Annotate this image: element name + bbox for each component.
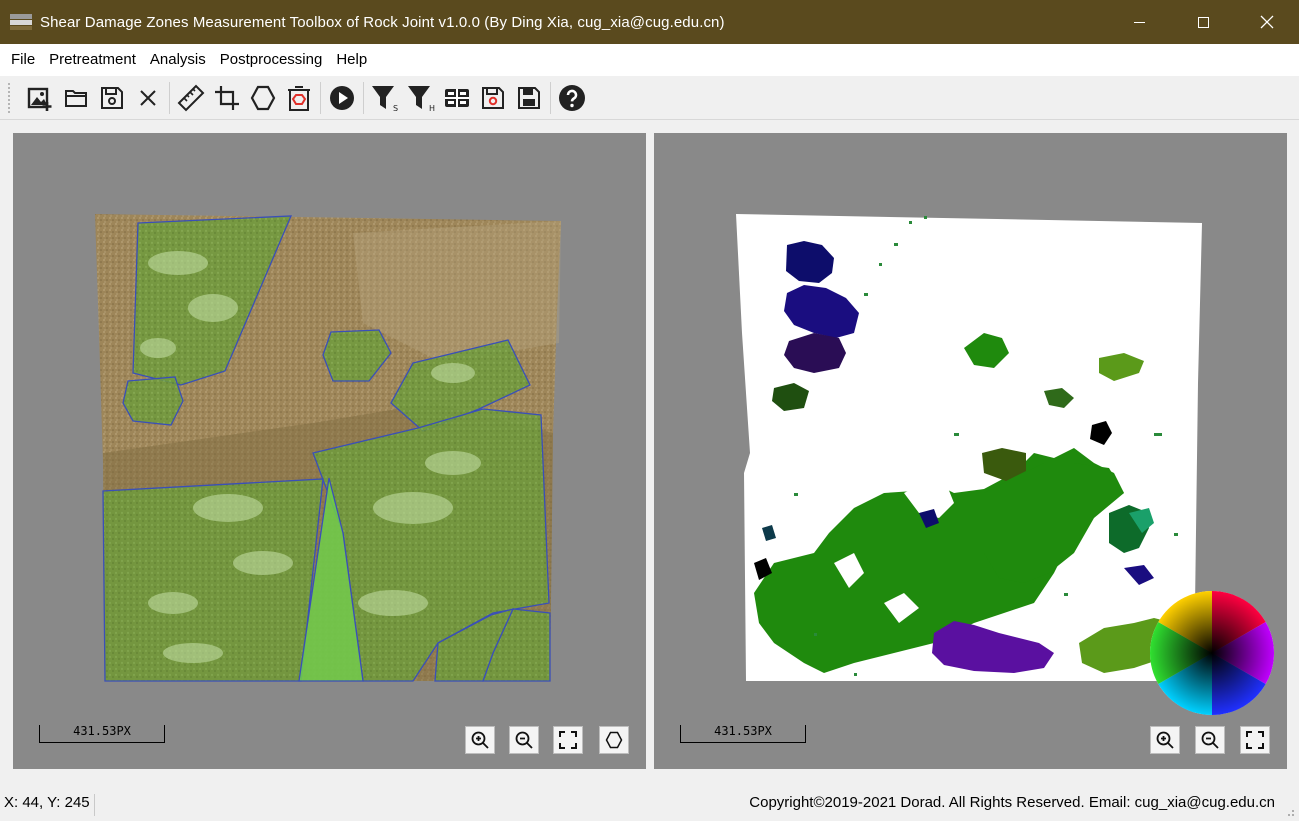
zoom-out-button[interactable]: [509, 726, 539, 754]
app-logo-icon: [10, 14, 32, 30]
close-icon: [140, 89, 156, 106]
toolbar-separator: [320, 81, 321, 114]
polygon-button[interactable]: [245, 80, 281, 116]
fit-view-button[interactable]: [553, 726, 583, 754]
run-button[interactable]: [324, 80, 360, 116]
color-wheel-legend: [1149, 591, 1275, 715]
close-file-button[interactable]: [130, 80, 166, 116]
fit-view-button[interactable]: [1240, 726, 1270, 754]
open-image-icon: [27, 87, 52, 111]
zoom-in-button[interactable]: [465, 726, 495, 754]
title-bar[interactable]: Shear Damage Zones Measurement Toolbox o…: [0, 0, 1299, 44]
delete-polygon-button[interactable]: [281, 80, 317, 116]
zoom-in-icon: [471, 731, 489, 749]
scale-label: 431.53PX: [714, 724, 772, 738]
help-icon: [559, 84, 585, 111]
close-icon: [1260, 15, 1274, 29]
zoom-out-button[interactable]: [1195, 726, 1225, 754]
filter-s-icon: S: [372, 85, 398, 113]
menu-pretreatment[interactable]: Pretreatment: [42, 44, 143, 76]
toolbar: S H: [0, 76, 1299, 120]
open-folder-icon: [65, 89, 87, 107]
menu-bar: File Pretreatment Analysis Postprocessin…: [0, 44, 1299, 76]
fit-view-icon: [1246, 731, 1264, 749]
svg-text:S: S: [393, 104, 398, 113]
svg-text:H: H: [429, 104, 435, 113]
filter-s-button[interactable]: S: [367, 80, 403, 116]
toolbar-separator: [550, 81, 551, 114]
zoom-out-icon: [1201, 731, 1219, 749]
app-window: Shear Damage Zones Measurement Toolbox o…: [0, 0, 1299, 821]
save-all-button[interactable]: [511, 80, 547, 116]
zoom-in-icon: [1156, 731, 1174, 749]
polygon-icon: [605, 731, 623, 749]
menu-help[interactable]: Help: [329, 44, 374, 76]
open-folder-button[interactable]: [58, 80, 94, 116]
menu-analysis[interactable]: Analysis: [143, 44, 213, 76]
minimize-button[interactable]: [1107, 0, 1171, 44]
scale-bar: 431.53PX: [39, 724, 165, 743]
run-icon: [330, 85, 354, 110]
cursor-coordinates: X: 44, Y: 245: [4, 794, 95, 816]
toolbar-separator: [363, 81, 364, 114]
zoom-out-icon: [515, 731, 533, 749]
open-image-button[interactable]: [22, 80, 58, 116]
crop-button[interactable]: [209, 80, 245, 116]
minimize-icon: [1133, 21, 1145, 23]
save-button[interactable]: [94, 80, 130, 116]
rock-joint-image[interactable]: [13, 133, 646, 769]
crop-icon: [215, 85, 239, 110]
save-result-button[interactable]: [475, 80, 511, 116]
filter-h-button[interactable]: H: [403, 80, 439, 116]
zoom-in-button[interactable]: [1150, 726, 1180, 754]
polygon-view-button[interactable]: [599, 726, 629, 754]
window-title: Shear Damage Zones Measurement Toolbox o…: [40, 13, 725, 31]
ruler-icon: [177, 84, 205, 111]
right-result-panel[interactable]: 431.53PX: [654, 133, 1287, 769]
maximize-button[interactable]: [1171, 0, 1235, 44]
scale-bar: 431.53PX: [680, 724, 806, 743]
close-window-button[interactable]: [1235, 0, 1299, 44]
save-icon: [101, 86, 123, 109]
filter-h-icon: H: [408, 85, 435, 113]
status-bar: X: 44, Y: 245 Copyright©2019-2021 Dorad.…: [0, 787, 1299, 821]
delete-polygon-icon: [288, 85, 310, 111]
help-button[interactable]: [554, 80, 590, 116]
damage-zones-result[interactable]: [654, 133, 1287, 769]
menu-postprocessing[interactable]: Postprocessing: [213, 44, 330, 76]
grid-table-button[interactable]: [439, 80, 475, 116]
toolbar-separator: [169, 81, 170, 114]
scale-label: 431.53PX: [73, 724, 131, 738]
copyright-text: Copyright©2019-2021 Dorad. All Rights Re…: [749, 794, 1275, 811]
save-result-icon: [482, 86, 504, 109]
resize-grip-icon[interactable]: [1285, 807, 1295, 817]
save-all-icon: [518, 86, 540, 109]
grid-table-icon: [445, 88, 469, 107]
polygon-icon: [250, 85, 276, 110]
fit-view-icon: [559, 731, 577, 749]
toolbar-grip[interactable]: [8, 82, 12, 113]
left-image-panel[interactable]: 431.53PX: [13, 133, 646, 769]
menu-file[interactable]: File: [0, 44, 42, 76]
ruler-button[interactable]: [173, 80, 209, 116]
maximize-icon: [1197, 16, 1209, 28]
